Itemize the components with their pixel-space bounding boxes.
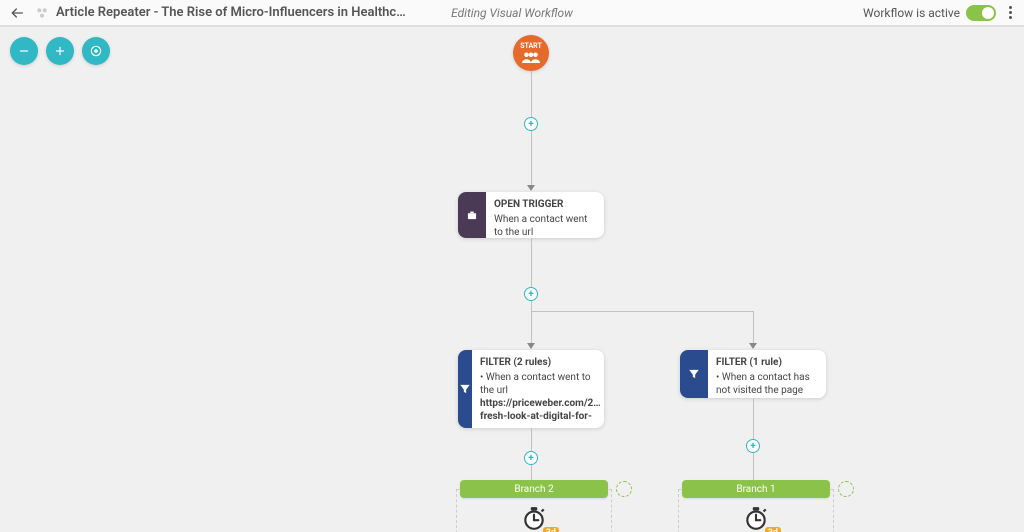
filter-left-title: FILTER (2 rules) — [480, 356, 601, 369]
center-view-button[interactable] — [82, 37, 110, 65]
trigger-title: OPEN TRIGGER — [494, 198, 596, 211]
filter-card-left[interactable]: FILTER (2 rules) • When a contact went t… — [458, 350, 604, 428]
filter-right-body: FILTER (1 rule) • When a contact has not… — [708, 350, 826, 398]
workflow-icon — [32, 3, 52, 23]
more-menu-button[interactable] — [1002, 5, 1018, 21]
top-header: Article Repeater - The Rise of Micro-Inf… — [0, 0, 1024, 26]
connector — [531, 311, 532, 345]
connector — [531, 311, 753, 312]
zoom-out-button[interactable] — [10, 37, 38, 65]
start-node[interactable]: START — [513, 35, 549, 71]
delay-node-left[interactable]: 3d — [517, 505, 551, 532]
header-right: Workflow is active — [863, 5, 1018, 21]
canvas-tools — [10, 37, 110, 65]
trigger-desc: When a contact went to the url — [494, 213, 596, 239]
filter-right-desc: • When a contact has not visited the pag… — [716, 371, 818, 397]
branch-header-right[interactable]: Branch 1 — [682, 480, 830, 498]
filter-left-url: https://priceweber.com/2… fresh-look-at-… — [480, 397, 601, 423]
briefcase-icon — [458, 192, 486, 238]
filter-left-bullet: • When a contact went to the url — [480, 371, 601, 397]
zoom-in-button[interactable] — [46, 37, 74, 65]
add-step-button[interactable]: + — [524, 117, 538, 131]
filter-right-title: FILTER (1 rule) — [716, 356, 818, 369]
people-icon — [522, 50, 540, 64]
trigger-card[interactable]: OPEN TRIGGER When a contact went to the … — [458, 192, 604, 238]
workflow-active-label: Workflow is active — [863, 6, 960, 20]
editing-status: Editing Visual Workflow — [451, 6, 573, 20]
filter-left-body: FILTER (2 rules) • When a contact went t… — [472, 350, 609, 428]
page-title: Article Repeater - The Rise of Micro-Inf… — [56, 5, 406, 20]
branch-header-left[interactable]: Branch 2 — [460, 480, 608, 498]
branch-right-label: Branch 1 — [736, 484, 775, 495]
filter-icon — [680, 350, 708, 398]
delay-badge: 3d — [543, 527, 559, 532]
delay-node-right[interactable]: 3d — [739, 505, 773, 532]
branch-add-right[interactable] — [838, 481, 854, 497]
workflow-active-toggle[interactable] — [966, 5, 996, 21]
start-label: START — [520, 42, 542, 50]
arrow-icon — [527, 185, 535, 191]
workflow-canvas[interactable]: START + OPEN TRIGGER When a contact went… — [0, 26, 1024, 532]
add-step-button[interactable]: + — [524, 287, 538, 301]
connector — [753, 311, 754, 345]
back-button[interactable] — [6, 2, 28, 24]
add-step-button[interactable]: + — [524, 451, 538, 465]
arrow-icon — [527, 343, 535, 349]
filter-icon — [458, 350, 472, 428]
add-step-button[interactable]: + — [746, 439, 760, 453]
filter-card-right[interactable]: FILTER (1 rule) • When a contact has not… — [680, 350, 826, 398]
trigger-body: OPEN TRIGGER When a contact went to the … — [486, 192, 604, 238]
arrow-icon — [749, 343, 757, 349]
delay-badge: 3d — [765, 527, 781, 532]
branch-left-label: Branch 2 — [514, 484, 553, 495]
branch-add-left[interactable] — [616, 481, 632, 497]
